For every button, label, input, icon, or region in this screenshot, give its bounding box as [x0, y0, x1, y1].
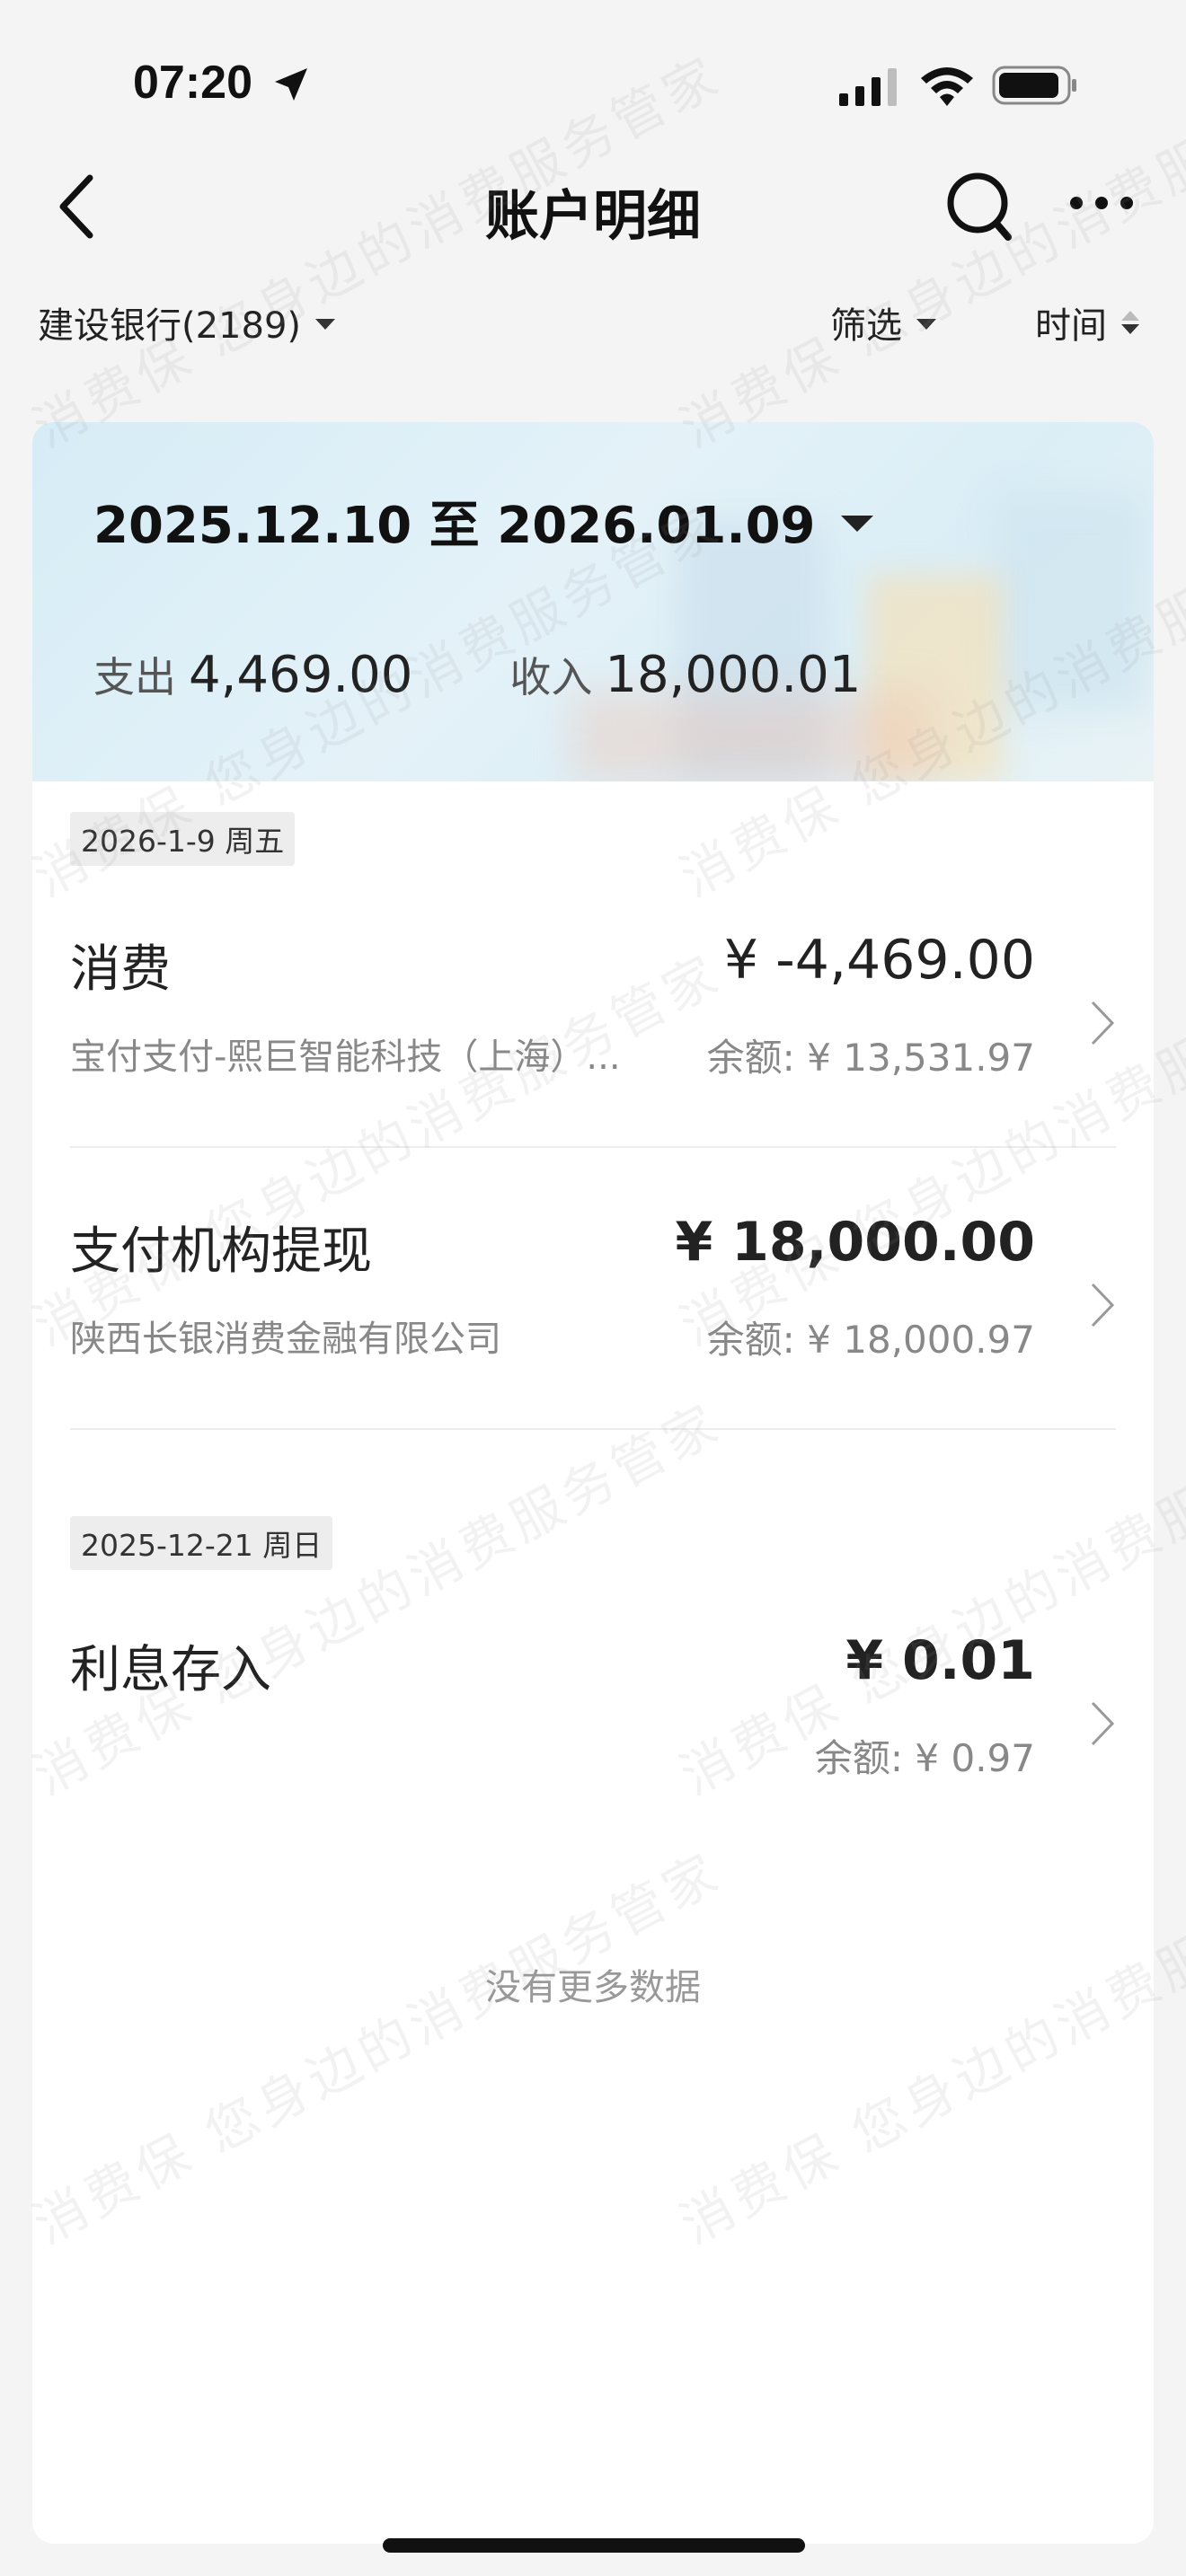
cellular-signal-icon: [839, 68, 897, 106]
filter-bar: 建设银行(2189) 筛选 时间: [0, 296, 1186, 359]
transaction-title: 支付机构提现: [70, 1222, 372, 1281]
caret-down-icon: [840, 515, 873, 532]
expense-label: 支出: [93, 653, 176, 701]
date-group-label: 2026-1-9 周五: [70, 812, 296, 866]
transaction-balance: 余额: ¥ 0.97: [814, 1736, 1035, 1780]
divider: [70, 1428, 1116, 1430]
transaction-row[interactable]: 消费 ¥ -4,469.00 宝付支付-熙巨智能科技（上海）... 余额: ¥ …: [32, 929, 1154, 1090]
transaction-balance: 余额: ¥ 13,531.97: [706, 1036, 1035, 1080]
navbar: 账户明细: [0, 153, 1186, 260]
caret-down-icon: [315, 319, 336, 330]
more-options-icon[interactable]: [1067, 192, 1136, 214]
sort-label: 时间: [1035, 305, 1107, 347]
summary-card: 2025.12.10 至 2026.01.09 支出 4,469.00 收入 1…: [32, 422, 1154, 781]
transaction-row[interactable]: 利息存入 ¥ 0.01 余额: ¥ 0.97: [32, 1629, 1154, 1791]
battery-icon: [992, 66, 1076, 105]
chevron-right-icon: [1091, 1283, 1115, 1328]
chevron-right-icon: [1091, 1701, 1115, 1746]
transaction-merchant: 陕西长银消费金融有限公司: [70, 1319, 501, 1360]
caret-down-icon: [916, 319, 936, 330]
home-indicator[interactable]: [383, 2538, 805, 2553]
time-sort-button[interactable]: 时间: [1035, 296, 1139, 348]
sort-icon: [1121, 311, 1139, 334]
chevron-right-icon: [1091, 1001, 1115, 1045]
search-icon[interactable]: [943, 169, 1015, 244]
account-label: 建设银行(2189): [38, 305, 302, 347]
status-bar: 07:20: [0, 0, 1186, 144]
wifi-icon: [921, 67, 973, 106]
transaction-amount: ¥ -4,469.00: [723, 929, 1035, 992]
filter-button[interactable]: 筛选: [830, 296, 936, 348]
date-range-selector[interactable]: 2025.12.10 至 2026.01.09: [93, 485, 873, 558]
transaction-amount: ¥ 0.01: [845, 1629, 1035, 1692]
transaction-amount: ¥ 18,000.00: [675, 1211, 1035, 1274]
divider: [70, 1146, 1116, 1148]
filter-label: 筛选: [830, 305, 902, 347]
date-group-label: 2025-12-21 周日: [70, 1516, 333, 1570]
transaction-title: 消费: [70, 940, 171, 999]
income-label: 收入: [509, 653, 593, 701]
transaction-balance: 余额: ¥ 18,000.97: [706, 1318, 1035, 1362]
transaction-list: 2026-1-9 周五 消费 ¥ -4,469.00 宝付支付-熙巨智能科技（上…: [32, 781, 1154, 2544]
transaction-title: 利息存入: [70, 1641, 271, 1699]
account-selector[interactable]: 建设银行(2189): [38, 296, 336, 348]
transaction-row[interactable]: 支付机构提现 ¥ 18,000.00 陕西长银消费金融有限公司 余额: ¥ 18…: [32, 1211, 1154, 1372]
summary-totals: 支出 4,469.00 收入 18,000.01: [93, 645, 861, 704]
status-time: 07:20: [133, 57, 252, 109]
income-value: 18,000.01: [605, 646, 862, 704]
date-range-label: 2025.12.10 至 2026.01.09: [93, 497, 816, 555]
no-more-data-text: 没有更多数据: [485, 1967, 701, 2008]
transaction-merchant: 宝付支付-熙巨智能科技（上海）...: [70, 1037, 621, 1078]
location-arrow-icon: [275, 68, 307, 101]
expense-value: 4,469.00: [189, 646, 413, 704]
